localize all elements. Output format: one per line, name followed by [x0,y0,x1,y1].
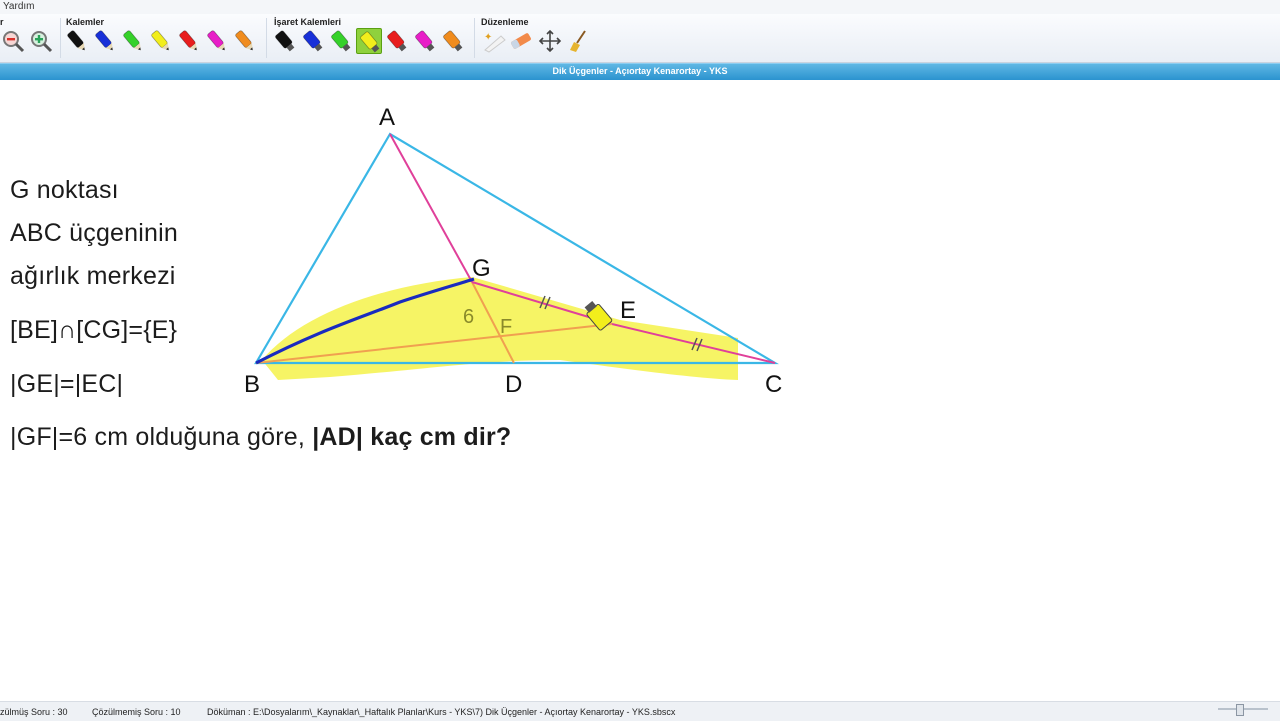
menu-help[interactable]: Yardım [3,0,35,14]
status-document: Döküman : E:\Dosyalarım\_Kaynaklar\_Haft… [207,707,676,717]
zoom-slider[interactable] [1218,704,1268,716]
ribbon-toolbar: r Kalemler İşaret Kalemleri Düzenleme ✦ [0,14,1280,63]
marker-7-icon[interactable] [440,28,466,54]
pen-4-icon[interactable] [148,28,174,54]
status-unsolved: Çözülmemiş Soru : 10 [92,707,181,717]
zoom-slider-thumb[interactable] [1236,704,1244,716]
window-title: Dik Üçgenler - Açıortay Kenarortay - YKS [552,66,728,76]
marker-2-icon[interactable] [300,28,326,54]
group-label-pens: Kalemler [66,17,105,27]
label-six: 6 [463,306,474,328]
separator [474,18,475,58]
label-d: D [505,371,522,398]
move-icon[interactable] [537,28,563,54]
separator [266,18,267,58]
status-solved: zülmüş Soru : 30 [0,707,68,717]
pen-1-icon[interactable] [64,28,90,54]
label-e: E [620,297,636,324]
group-label-edit: Düzenleme [481,17,529,27]
label-a: A [379,104,395,131]
label-f: F [500,316,512,338]
marker-4-icon[interactable] [356,28,382,54]
group-label-view: r [0,17,4,27]
eraser-icon[interactable] [508,28,534,54]
median-ad [389,133,473,283]
label-b: B [244,371,260,398]
menu-bar: Yardım [0,0,1280,14]
status-bar: zülmüş Soru : 30 Çözülmemiş Soru : 10 Dö… [0,701,1280,721]
pen-3-icon[interactable] [120,28,146,54]
label-g: G [472,255,491,282]
document-title-bar: Dik Üçgenler - Açıortay Kenarortay - YKS [0,63,1280,80]
label-c: C [765,371,782,398]
clear-broom-icon[interactable] [565,28,591,54]
pen-7-icon[interactable] [232,28,258,54]
zoom-in-icon[interactable] [28,28,54,54]
svg-text:✦: ✦ [484,32,492,43]
marker-5-icon[interactable] [384,28,410,54]
pen-5-icon[interactable] [176,28,202,54]
pen-2-icon[interactable] [92,28,118,54]
whiteboard-canvas[interactable]: G noktası ABC üçgeninin ağırlık merkezi … [0,80,1280,701]
marker-1-icon[interactable] [272,28,298,54]
group-label-markers: İşaret Kalemleri [274,17,342,27]
new-page-icon[interactable]: ✦ [481,28,507,54]
pen-6-icon[interactable] [204,28,230,54]
zoom-out-icon[interactable] [0,28,26,54]
marker-6-icon[interactable] [412,28,438,54]
marker-3-icon[interactable] [328,28,354,54]
separator [60,18,61,58]
triangle-figure: A B C D E G F 6 [244,104,782,398]
